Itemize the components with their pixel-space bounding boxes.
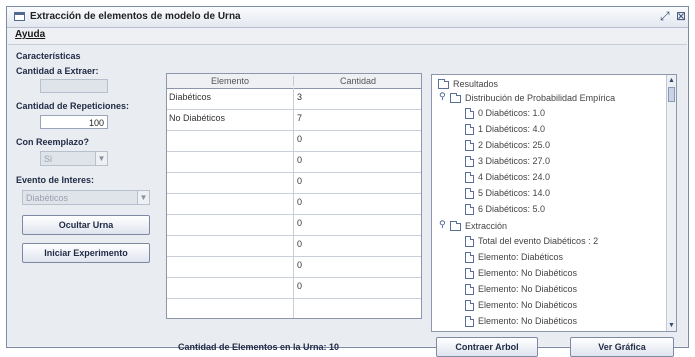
table-row[interactable]: 0 (167, 152, 421, 173)
tree-leaf[interactable]: 4 Diabéticos: 24.0 (478, 172, 550, 182)
collapse-icon[interactable]: ⚲ (439, 219, 446, 230)
file-icon (465, 204, 474, 215)
cell-cantidad[interactable]: 0 (297, 260, 302, 270)
tree-leaf[interactable]: 5 Diabéticos: 14.0 (478, 188, 550, 198)
repeticiones-field[interactable]: 100 (40, 115, 108, 129)
file-icon (465, 316, 474, 327)
cantidad-extraer-field[interactable] (40, 79, 108, 93)
evento-label: Evento de Interes: (16, 175, 95, 185)
tree-leaf[interactable]: 1 Diabéticos: 4.0 (478, 124, 545, 134)
cantidad-extraer-label: Cantidad a Extraer: (16, 66, 99, 76)
tree-leaf[interactable]: Elemento: No Diabéticos (478, 268, 577, 278)
window-icon (14, 12, 25, 21)
results-tree[interactable]: Resultados ⚲ Distribución de Probabilida… (431, 74, 677, 332)
elements-table: Elemento Cantidad Diabéticos 3 No Diabéti… (166, 73, 422, 319)
tree-leaf[interactable]: Elemento: No Diabéticos (478, 300, 577, 310)
cell-cantidad[interactable]: 7 (297, 113, 302, 123)
tree-leaf[interactable]: Elemento: No Diabéticos (478, 284, 577, 294)
reemplazo-select[interactable]: Si ▼ (40, 151, 108, 166)
ocultar-urna-button[interactable]: Ocultar Urna (22, 215, 150, 235)
table-row[interactable]: 0 (167, 173, 421, 194)
evento-select[interactable]: Diabéticos ▼ (22, 190, 150, 205)
iniciar-experimento-button[interactable]: Iniciar Experimento (22, 243, 150, 263)
cell-elemento[interactable]: No Diabéticos (169, 113, 289, 123)
tree-leaf[interactable]: 6 Diabéticos: 5.0 (478, 204, 545, 214)
menu-bar: Ayuda (7, 28, 688, 43)
window-title: Extracción de elementos de modelo de Urn… (30, 11, 241, 22)
column-header-elemento[interactable]: Elemento (167, 76, 293, 86)
file-icon (465, 252, 474, 263)
scroll-up-icon[interactable]: ▲ (667, 76, 676, 85)
file-icon (465, 284, 474, 295)
cell-cantidad[interactable]: 0 (297, 239, 302, 249)
file-icon (465, 268, 474, 279)
reemplazo-value: Si (44, 154, 53, 164)
table-row[interactable]: 0 (167, 194, 421, 215)
folder-icon (438, 79, 449, 89)
cell-cantidad[interactable]: 0 (297, 218, 302, 228)
scroll-thumb[interactable] (668, 87, 675, 102)
app-window: Extracción de elementos de modelo de Urn… (6, 6, 689, 357)
file-icon (465, 172, 474, 183)
cell-cantidad[interactable]: 0 (297, 197, 302, 207)
table-row[interactable]: 0 (167, 131, 421, 152)
cell-cantidad[interactable]: 0 (297, 155, 302, 165)
table-row[interactable]: 0 (167, 215, 421, 236)
file-icon (465, 188, 474, 199)
tree-leaf[interactable]: Elemento: No Diabéticos (478, 316, 577, 326)
collapse-icon[interactable]: ⚲ (439, 91, 446, 102)
tree-leaf[interactable]: Elemento: Diabéticos (478, 252, 563, 262)
column-header-cantidad[interactable]: Cantidad (293, 76, 421, 86)
cell-cantidad[interactable]: 3 (297, 92, 302, 102)
tree-scrollbar[interactable]: ▲ ▼ (666, 75, 676, 331)
tree-leaf[interactable]: Total del evento Diabéticos : 2 (478, 236, 598, 246)
file-icon (465, 108, 474, 119)
file-icon (465, 140, 474, 151)
table-row[interactable]: 0 (167, 278, 421, 299)
file-icon (465, 300, 474, 311)
tree-group-extraccion[interactable]: Extracción (465, 221, 507, 231)
folder-icon (450, 221, 461, 231)
urn-count-label: Cantidad de Elementos en la Urna: 10 (178, 342, 340, 352)
folder-icon (450, 93, 461, 103)
table-row[interactable]: 0 (167, 257, 421, 278)
cell-elemento[interactable]: Diabéticos (169, 92, 289, 102)
close-icon[interactable]: ⊠ (676, 9, 686, 23)
maximize-icon[interactable]: ⤢ (660, 9, 670, 24)
evento-value: Diabéticos (26, 193, 69, 203)
tree-root[interactable]: Resultados (453, 79, 498, 89)
table-header: Elemento Cantidad (167, 74, 421, 89)
cell-cantidad[interactable]: 0 (297, 281, 302, 291)
title-bar[interactable]: Extracción de elementos de modelo de Urn… (7, 7, 688, 28)
file-icon (465, 124, 474, 135)
cell-cantidad[interactable]: 0 (297, 176, 302, 186)
reemplazo-label: Con Reemplazo? (16, 137, 90, 147)
tree-leaf[interactable]: 2 Diabéticos: 25.0 (478, 140, 550, 150)
scroll-down-icon[interactable]: ▼ (667, 321, 676, 330)
cell-cantidad[interactable]: 0 (297, 134, 302, 144)
main-content: Características Cantidad a Extraer: Cant… (8, 44, 687, 357)
chevron-down-icon[interactable]: ▼ (95, 152, 107, 165)
menu-ayuda[interactable]: Ayuda (15, 29, 45, 40)
tree-leaf[interactable]: 3 Diabéticos: 27.0 (478, 156, 550, 166)
tree-group-distribucion[interactable]: Distribución de Probabilidad Empírica (465, 93, 615, 103)
caracteristicas-label: Características (16, 51, 81, 61)
table-row[interactable]: No Diabéticos 7 (167, 110, 421, 131)
file-icon (465, 236, 474, 247)
contraer-arbol-button[interactable]: Contraer Arbol (436, 337, 538, 357)
tree-leaf[interactable]: 0 Diabéticos: 1.0 (478, 108, 545, 118)
repeticiones-label: Cantidad de Repeticiones: (16, 101, 130, 111)
file-icon (465, 156, 474, 167)
chevron-down-icon[interactable]: ▼ (137, 191, 149, 204)
table-row[interactable]: Diabéticos 3 (167, 89, 421, 110)
table-row[interactable]: 0 (167, 236, 421, 257)
ver-grafica-button[interactable]: Ver Gráfica (570, 337, 674, 357)
